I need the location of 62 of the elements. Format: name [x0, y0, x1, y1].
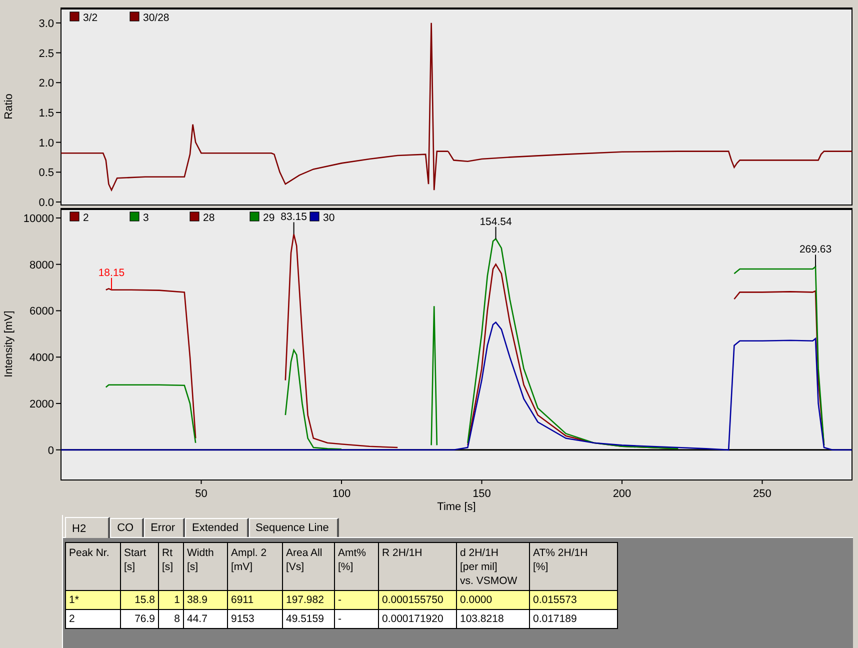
axis-title: Intensity [mV] — [3, 310, 15, 378]
column-header: Width [s] — [184, 542, 228, 590]
table-cell: 0.017189 — [530, 610, 618, 628]
tick-label: 50 — [195, 488, 208, 500]
column-header: Area All [Vs] — [282, 542, 334, 590]
column-header: Rt [s] — [158, 542, 184, 590]
tick-label: 8000 — [30, 259, 54, 272]
peak-label: 154.54 — [480, 216, 512, 228]
tick-label: 2000 — [30, 398, 54, 410]
table-cell: 0.0000 — [456, 590, 530, 610]
legend-label: 2 — [83, 212, 89, 224]
tick-label: 1.5 — [38, 107, 54, 120]
column-header: Amt% [%] — [334, 542, 378, 590]
peak-label: 83.15 — [280, 211, 307, 224]
column-header: Ampl. 2 [mV] — [228, 542, 282, 590]
tick-label: 0 — [48, 444, 54, 457]
table-cell: - — [334, 610, 378, 628]
tick-label: 250 — [753, 488, 772, 500]
legend-label: 3 — [143, 212, 149, 224]
column-header: Start [s] — [120, 542, 158, 590]
table-cell: 9153 — [228, 610, 282, 628]
column-header: AT% 2H/1H [%] — [530, 542, 618, 590]
table-cell: 1* — [66, 590, 120, 610]
tick-label: 200 — [612, 488, 632, 500]
axis-title: Ratio — [3, 94, 15, 120]
tick-label: 10000 — [23, 212, 54, 225]
table-cell: 2 — [66, 610, 120, 628]
table-cell: 8 — [158, 610, 184, 628]
table-cell: 76.9 — [120, 610, 158, 628]
column-header: d 2H/1H [per mil] vs. VSMOW — [456, 542, 530, 590]
table-cell: 0.015573 — [530, 590, 618, 610]
legend-label: 28 — [203, 212, 215, 224]
legend-label: 29 — [263, 212, 275, 224]
table-cell: 103.8218 — [456, 610, 530, 628]
peak-label: 18.15 — [98, 266, 125, 279]
tick-label: 4000 — [30, 352, 54, 364]
tick-label: 0.5 — [38, 167, 54, 180]
table-cell: 15.8 — [120, 590, 158, 610]
table-cell: 1 — [158, 590, 184, 610]
tick-label: 150 — [472, 488, 491, 500]
legend-label: 3/2 — [83, 12, 98, 24]
tick-label: 2.5 — [38, 48, 54, 60]
tick-label: 1.0 — [38, 137, 54, 150]
table-cell: 38.9 — [184, 590, 228, 610]
table-cell: 0.000155750 — [378, 590, 456, 610]
table-cell: - — [334, 590, 378, 610]
column-header: R 2H/1H — [378, 542, 456, 590]
table-cell: 0.000171920 — [378, 610, 456, 628]
table-cell: 197.982 — [282, 590, 334, 610]
axis-title: Time [s] — [437, 501, 476, 512]
tick-label: 100 — [332, 488, 351, 500]
tick-label: 3.0 — [38, 18, 54, 30]
table-cell: 44.7 — [184, 610, 228, 628]
legend-label: 30 — [323, 212, 335, 224]
tick-label: 6000 — [30, 306, 54, 318]
column-header: Peak Nr. — [66, 542, 120, 590]
legend-label: 30/28 — [143, 12, 170, 24]
table-cell: 6911 — [228, 590, 282, 610]
table-cell: 49.5159 — [282, 610, 334, 628]
tick-label: 2.0 — [38, 78, 54, 90]
peak-label: 269.63 — [799, 244, 832, 256]
tick-label: 0.0 — [38, 197, 54, 208]
